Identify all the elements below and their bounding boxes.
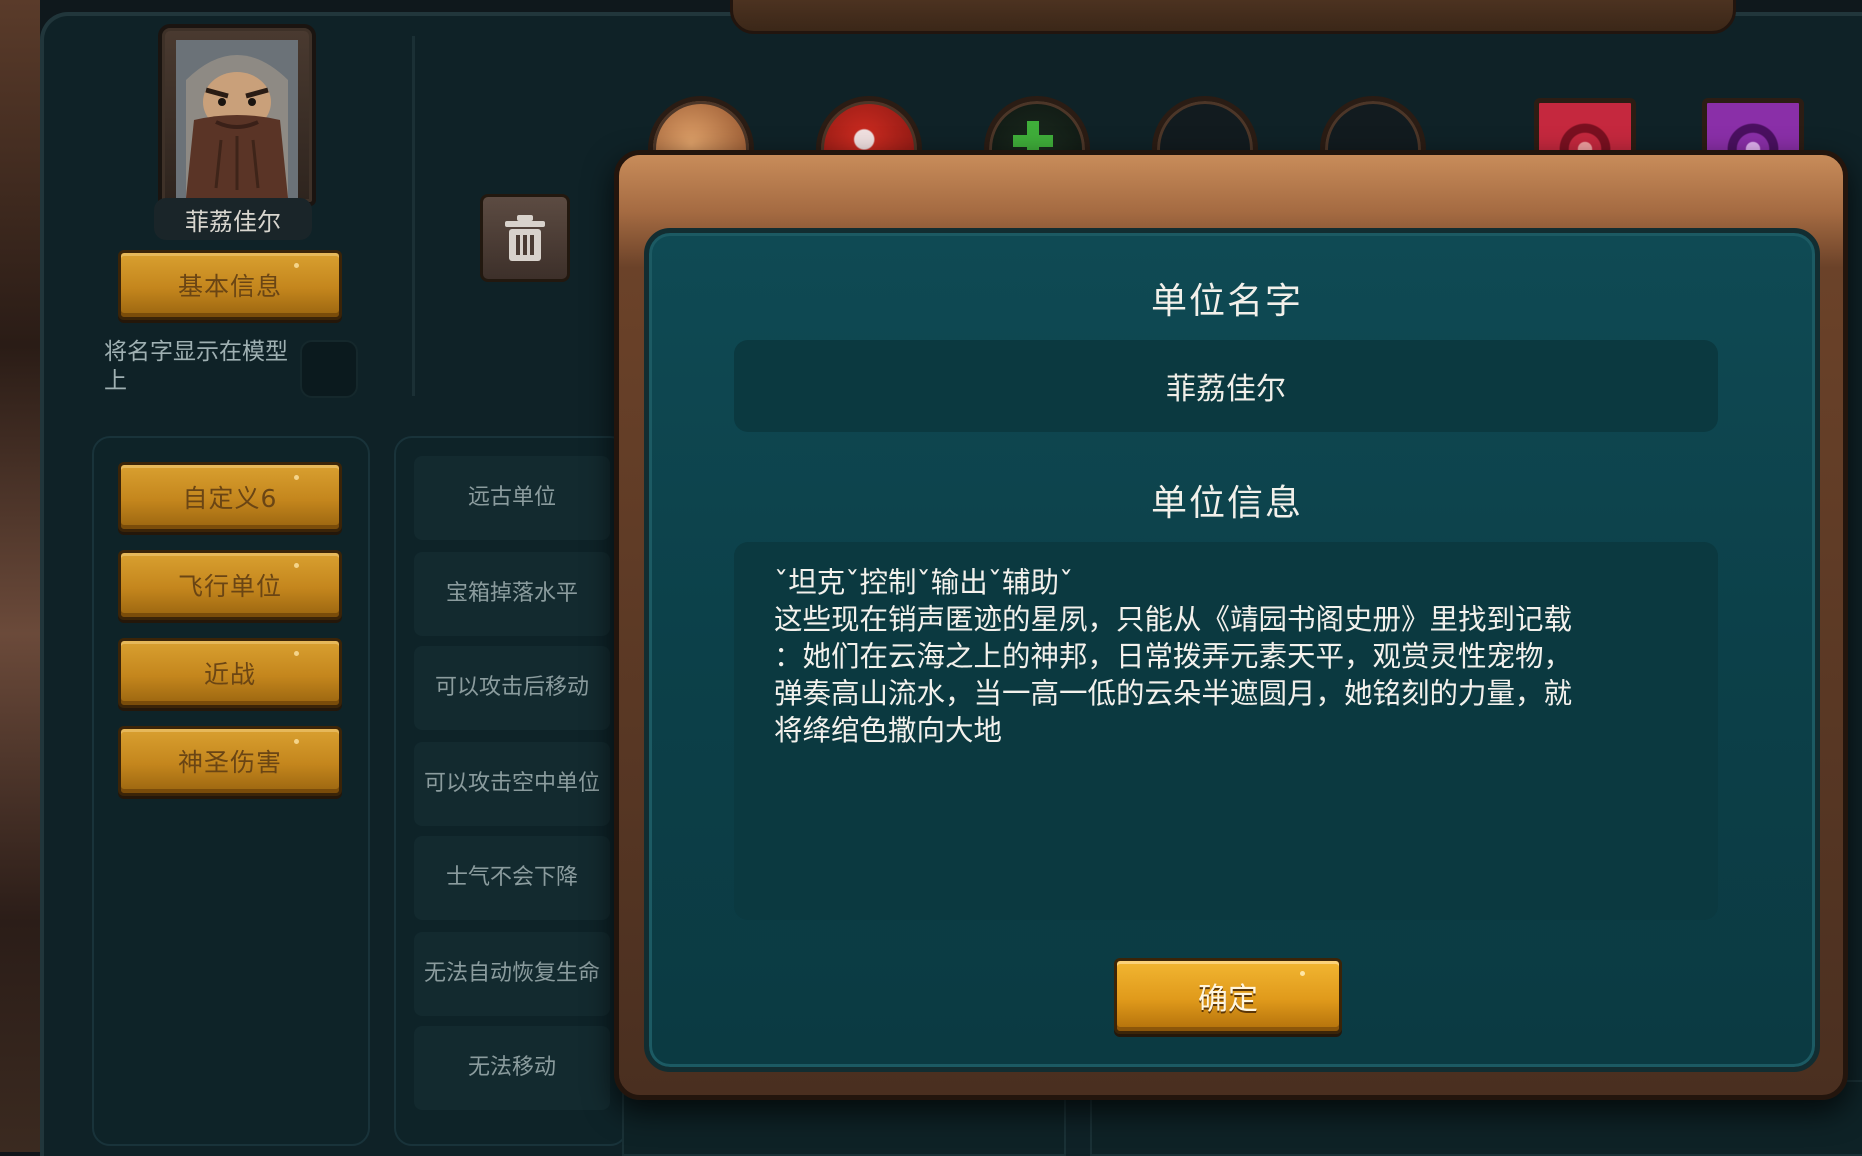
attribute-item-chest-drop[interactable]: 宝箱掉落水平 — [414, 552, 610, 636]
unit-name-plate: 菲荔佳尔 — [154, 198, 312, 240]
show-name-checkbox[interactable] — [300, 340, 358, 398]
confirm-button[interactable]: 确定 — [1114, 958, 1342, 1034]
attribute-item-morale[interactable]: 士气不会下降 — [414, 836, 610, 920]
unit-info-heading: 单位信息 — [1150, 483, 1303, 524]
unit-info-text: ˇ坦克ˇ控制ˇ输出ˇ辅助ˇ 这些现在销声匿迹的星夙，只能从《靖园书阁史册》里找到… — [774, 566, 1573, 747]
vertical-divider — [412, 36, 415, 396]
attribute-item-move-after-attack[interactable]: 可以攻击后移动 — [414, 646, 610, 730]
unit-name-input[interactable]: 菲荔佳尔 — [734, 340, 1718, 432]
dwarf-portrait-icon — [176, 40, 298, 198]
map-edge-strip — [0, 0, 40, 1152]
unit-portrait[interactable] — [158, 24, 316, 206]
attribute-item-immobile[interactable]: 无法移动 — [414, 1026, 610, 1110]
basic-info-button[interactable]: 基本信息 — [118, 250, 342, 320]
attribute-item-attack-air[interactable]: 可以攻击空中单位 — [414, 742, 610, 826]
show-name-label: 将名字显示在模型上 — [104, 339, 288, 394]
attribute-item-no-regen[interactable]: 无法自动恢复生命 — [414, 932, 610, 1016]
unit-name-heading: 单位名字 — [1150, 281, 1303, 322]
tag-melee-button[interactable]: 近战 — [118, 638, 342, 708]
delete-button[interactable] — [480, 194, 570, 282]
tag-flying-button[interactable]: 飞行单位 — [118, 550, 342, 620]
trash-icon — [505, 215, 545, 261]
tag-custom6-button[interactable]: 自定义6 — [118, 462, 342, 532]
top-banner — [730, 0, 1736, 34]
attribute-item-ancient[interactable]: 远古单位 — [414, 456, 610, 540]
tag-holy-damage-button[interactable]: 神圣伤害 — [118, 726, 342, 796]
